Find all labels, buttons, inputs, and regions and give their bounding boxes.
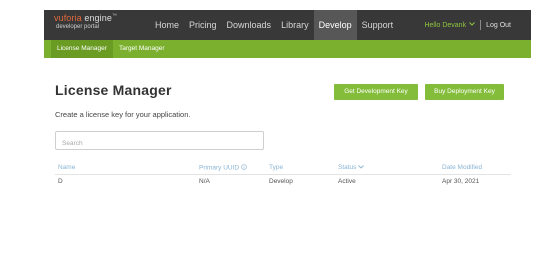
brand-trademark: ™: [111, 13, 118, 19]
column-header-type[interactable]: Type: [269, 164, 283, 171]
page-title: License Manager: [55, 82, 172, 98]
table-row[interactable]: D N/A Develop Active Apr 30, 2021: [55, 178, 511, 190]
brand-subtitle: developer portal: [56, 24, 100, 30]
subnav-target-manager[interactable]: Target Manager: [113, 40, 171, 58]
column-header-uuid[interactable]: Primary UUID: [199, 164, 247, 172]
column-header-status-label: Status: [338, 164, 357, 171]
table-header: Name Primary UUID Type Status Date Modif…: [55, 164, 511, 175]
column-header-name-label: Name: [58, 164, 76, 171]
nav-item-library[interactable]: Library: [276, 10, 314, 40]
user-menu[interactable]: Hello Devank: [424, 22, 475, 29]
brand-name-suffix: engine: [81, 13, 112, 23]
cell-status: Active: [338, 178, 356, 185]
cell-type: Develop: [269, 178, 293, 185]
nav-item-downloads[interactable]: Downloads: [222, 10, 277, 40]
cell-name[interactable]: D: [58, 178, 63, 185]
nav-item-support[interactable]: Support: [357, 10, 399, 40]
nav-item-pricing[interactable]: Pricing: [184, 10, 222, 40]
brand-name: vuforia engine™: [54, 14, 117, 23]
page-subtitle: Create a license key for your applicatio…: [55, 110, 191, 119]
column-header-date-modified[interactable]: Date Modified: [442, 164, 482, 171]
cell-date-modified: Apr 30, 2021: [442, 178, 480, 185]
cell-uuid: N/A: [199, 178, 210, 185]
main-nav: Home Pricing Downloads Library Develop S…: [150, 10, 398, 40]
info-icon[interactable]: [241, 164, 247, 172]
user-greeting: Hello Devank: [424, 21, 467, 29]
column-header-uuid-label: Primary UUID: [199, 164, 240, 172]
column-header-name[interactable]: Name: [58, 164, 75, 171]
user-divider: [480, 20, 482, 30]
nav-item-home[interactable]: Home: [150, 10, 184, 40]
search-input[interactable]: [56, 135, 263, 152]
user-area: Hello Devank Log Out: [424, 10, 511, 40]
buy-deployment-key-button[interactable]: Buy Deployment Key: [425, 84, 504, 100]
top-nav-bar: vuforia engine™ developer portal Home Pr…: [44, 10, 531, 40]
column-header-type-label: Type: [269, 164, 284, 171]
sub-nav-bar: License Manager Target Manager: [44, 40, 531, 58]
get-development-key-button[interactable]: Get Development Key: [334, 84, 418, 100]
column-header-date-label: Date Modified: [442, 164, 483, 171]
brand-name-prefix: vuforia: [54, 13, 82, 23]
brand-logo[interactable]: vuforia engine™ developer portal: [54, 14, 117, 31]
nav-item-develop[interactable]: Develop: [313, 10, 357, 40]
chevron-down-icon: [469, 22, 475, 28]
page: vuforia engine™ developer portal Home Pr…: [0, 0, 555, 277]
search-field: [55, 131, 264, 152]
logout-link[interactable]: Log Out: [486, 22, 511, 29]
column-header-status[interactable]: Status: [338, 164, 365, 171]
subnav-license-manager[interactable]: License Manager: [51, 40, 113, 58]
sort-chevron-icon: [358, 165, 365, 171]
